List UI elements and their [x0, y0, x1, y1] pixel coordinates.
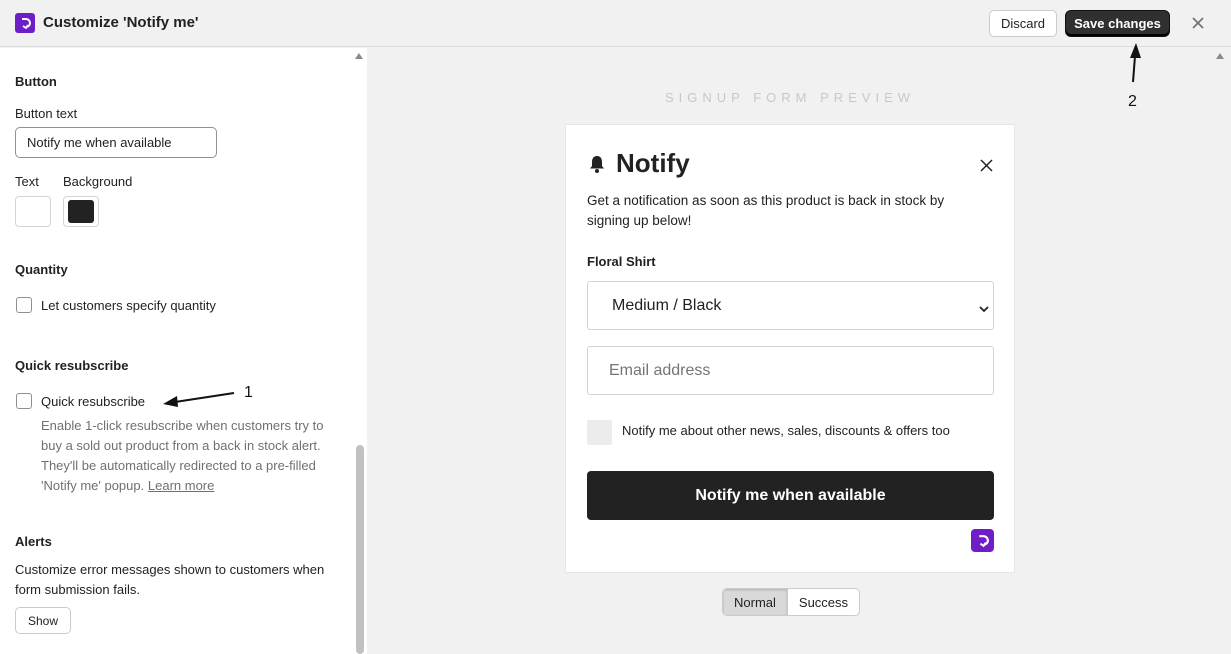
- annotation-overlay: [163, 43, 1141, 407]
- annotation-arrow-2: [1130, 43, 1141, 83]
- annotation-arrow-1: [163, 392, 235, 407]
- annotation-marker-1: 1: [244, 384, 253, 401]
- annotation-marker-2: 2: [1128, 93, 1137, 110]
